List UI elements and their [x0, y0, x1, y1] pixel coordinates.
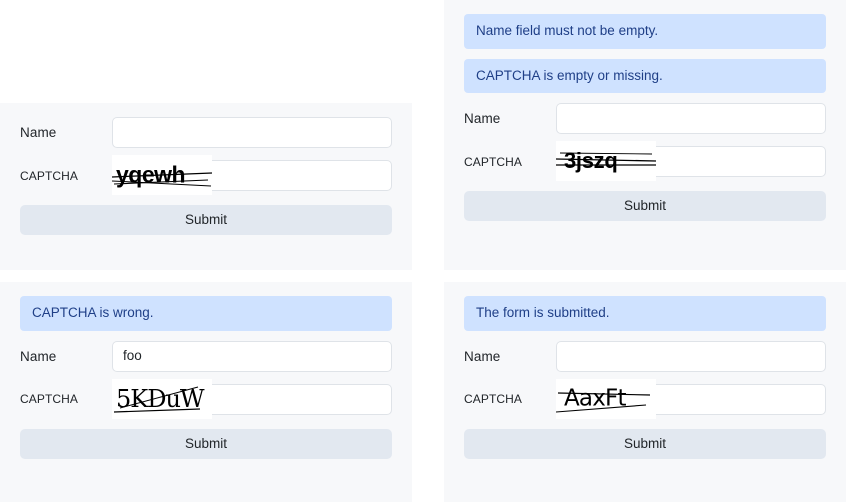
name-input[interactable] [556, 340, 826, 372]
captcha-label: CAPTCHA [464, 392, 523, 406]
alert-message: Name field must not be empty. [464, 14, 826, 49]
name-label: Name [464, 111, 501, 126]
captcha-noise-lines-icon [112, 172, 212, 187]
panel-cell-top-left: Name CAPTCHA yqewh Submit [0, 0, 428, 270]
submit-button[interactable]: Submit [20, 428, 392, 459]
name-input[interactable] [112, 117, 392, 148]
captcha-field-wrap: yqewh [112, 155, 392, 195]
captcha-row: CAPTCHA 5KDuW [20, 378, 392, 419]
name-label: Name [20, 348, 57, 364]
captcha-form-panel-initial: Name CAPTCHA yqewh Submit [0, 103, 412, 270]
submit-button[interactable]: Submit [464, 191, 826, 221]
captcha-field-wrap: AaxFt [556, 378, 826, 419]
alert-message: CAPTCHA is wrong. [20, 296, 392, 331]
captcha-noise-lines-icon [556, 391, 651, 413]
captcha-label: CAPTCHA [464, 154, 523, 169]
name-row: Name foo [20, 340, 392, 372]
name-label: Name [464, 348, 501, 364]
name-input[interactable]: foo [112, 340, 392, 372]
name-input[interactable] [556, 103, 826, 134]
captcha-field-wrap: 5KDuW [112, 378, 392, 419]
panel-cell-bottom-left: CAPTCHA is wrong. Name foo CAPTCHA 5KDuW [0, 270, 428, 502]
alert-message: CAPTCHA is empty or missing. [464, 58, 826, 93]
alert-message: The form is submitted. [464, 296, 826, 331]
captcha-noise-lines-icon [113, 386, 201, 413]
panel-cell-top-right: Name field must not be empty. CAPTCHA is… [428, 0, 856, 270]
captcha-challenge-image: yqewh [112, 155, 212, 195]
captcha-challenge-image: 3jszq [556, 141, 656, 181]
captcha-challenge-image: 5KDuW [112, 378, 212, 419]
submit-button[interactable]: Submit [20, 205, 392, 235]
captcha-row: CAPTCHA AaxFt [464, 378, 826, 419]
captcha-form-panel-wrong-captcha: CAPTCHA is wrong. Name foo CAPTCHA 5KDuW [0, 282, 412, 502]
name-row: Name [20, 117, 392, 148]
captcha-challenge-image: AaxFt [556, 378, 656, 419]
captcha-field-wrap: 3jszq [556, 141, 826, 181]
captcha-noise-lines-icon [556, 152, 656, 166]
captcha-form-panel-empty-errors: Name field must not be empty. CAPTCHA is… [444, 0, 846, 270]
captcha-form-panel-submitted: The form is submitted. Name CAPTCHA AaxF… [444, 282, 846, 502]
name-label: Name [20, 125, 57, 140]
name-input-value: foo [123, 348, 142, 364]
captcha-form-grid: Name CAPTCHA yqewh Submit Name field mus… [0, 0, 856, 502]
submit-button[interactable]: Submit [464, 428, 826, 459]
captcha-row: CAPTCHA yqewh [20, 155, 392, 195]
captcha-row: CAPTCHA 3jszq [464, 141, 826, 181]
captcha-label: CAPTCHA [20, 392, 79, 406]
name-row: Name [464, 340, 826, 372]
captcha-label: CAPTCHA [20, 168, 79, 183]
name-row: Name [464, 103, 826, 134]
panel-cell-bottom-right: The form is submitted. Name CAPTCHA AaxF… [428, 270, 856, 502]
